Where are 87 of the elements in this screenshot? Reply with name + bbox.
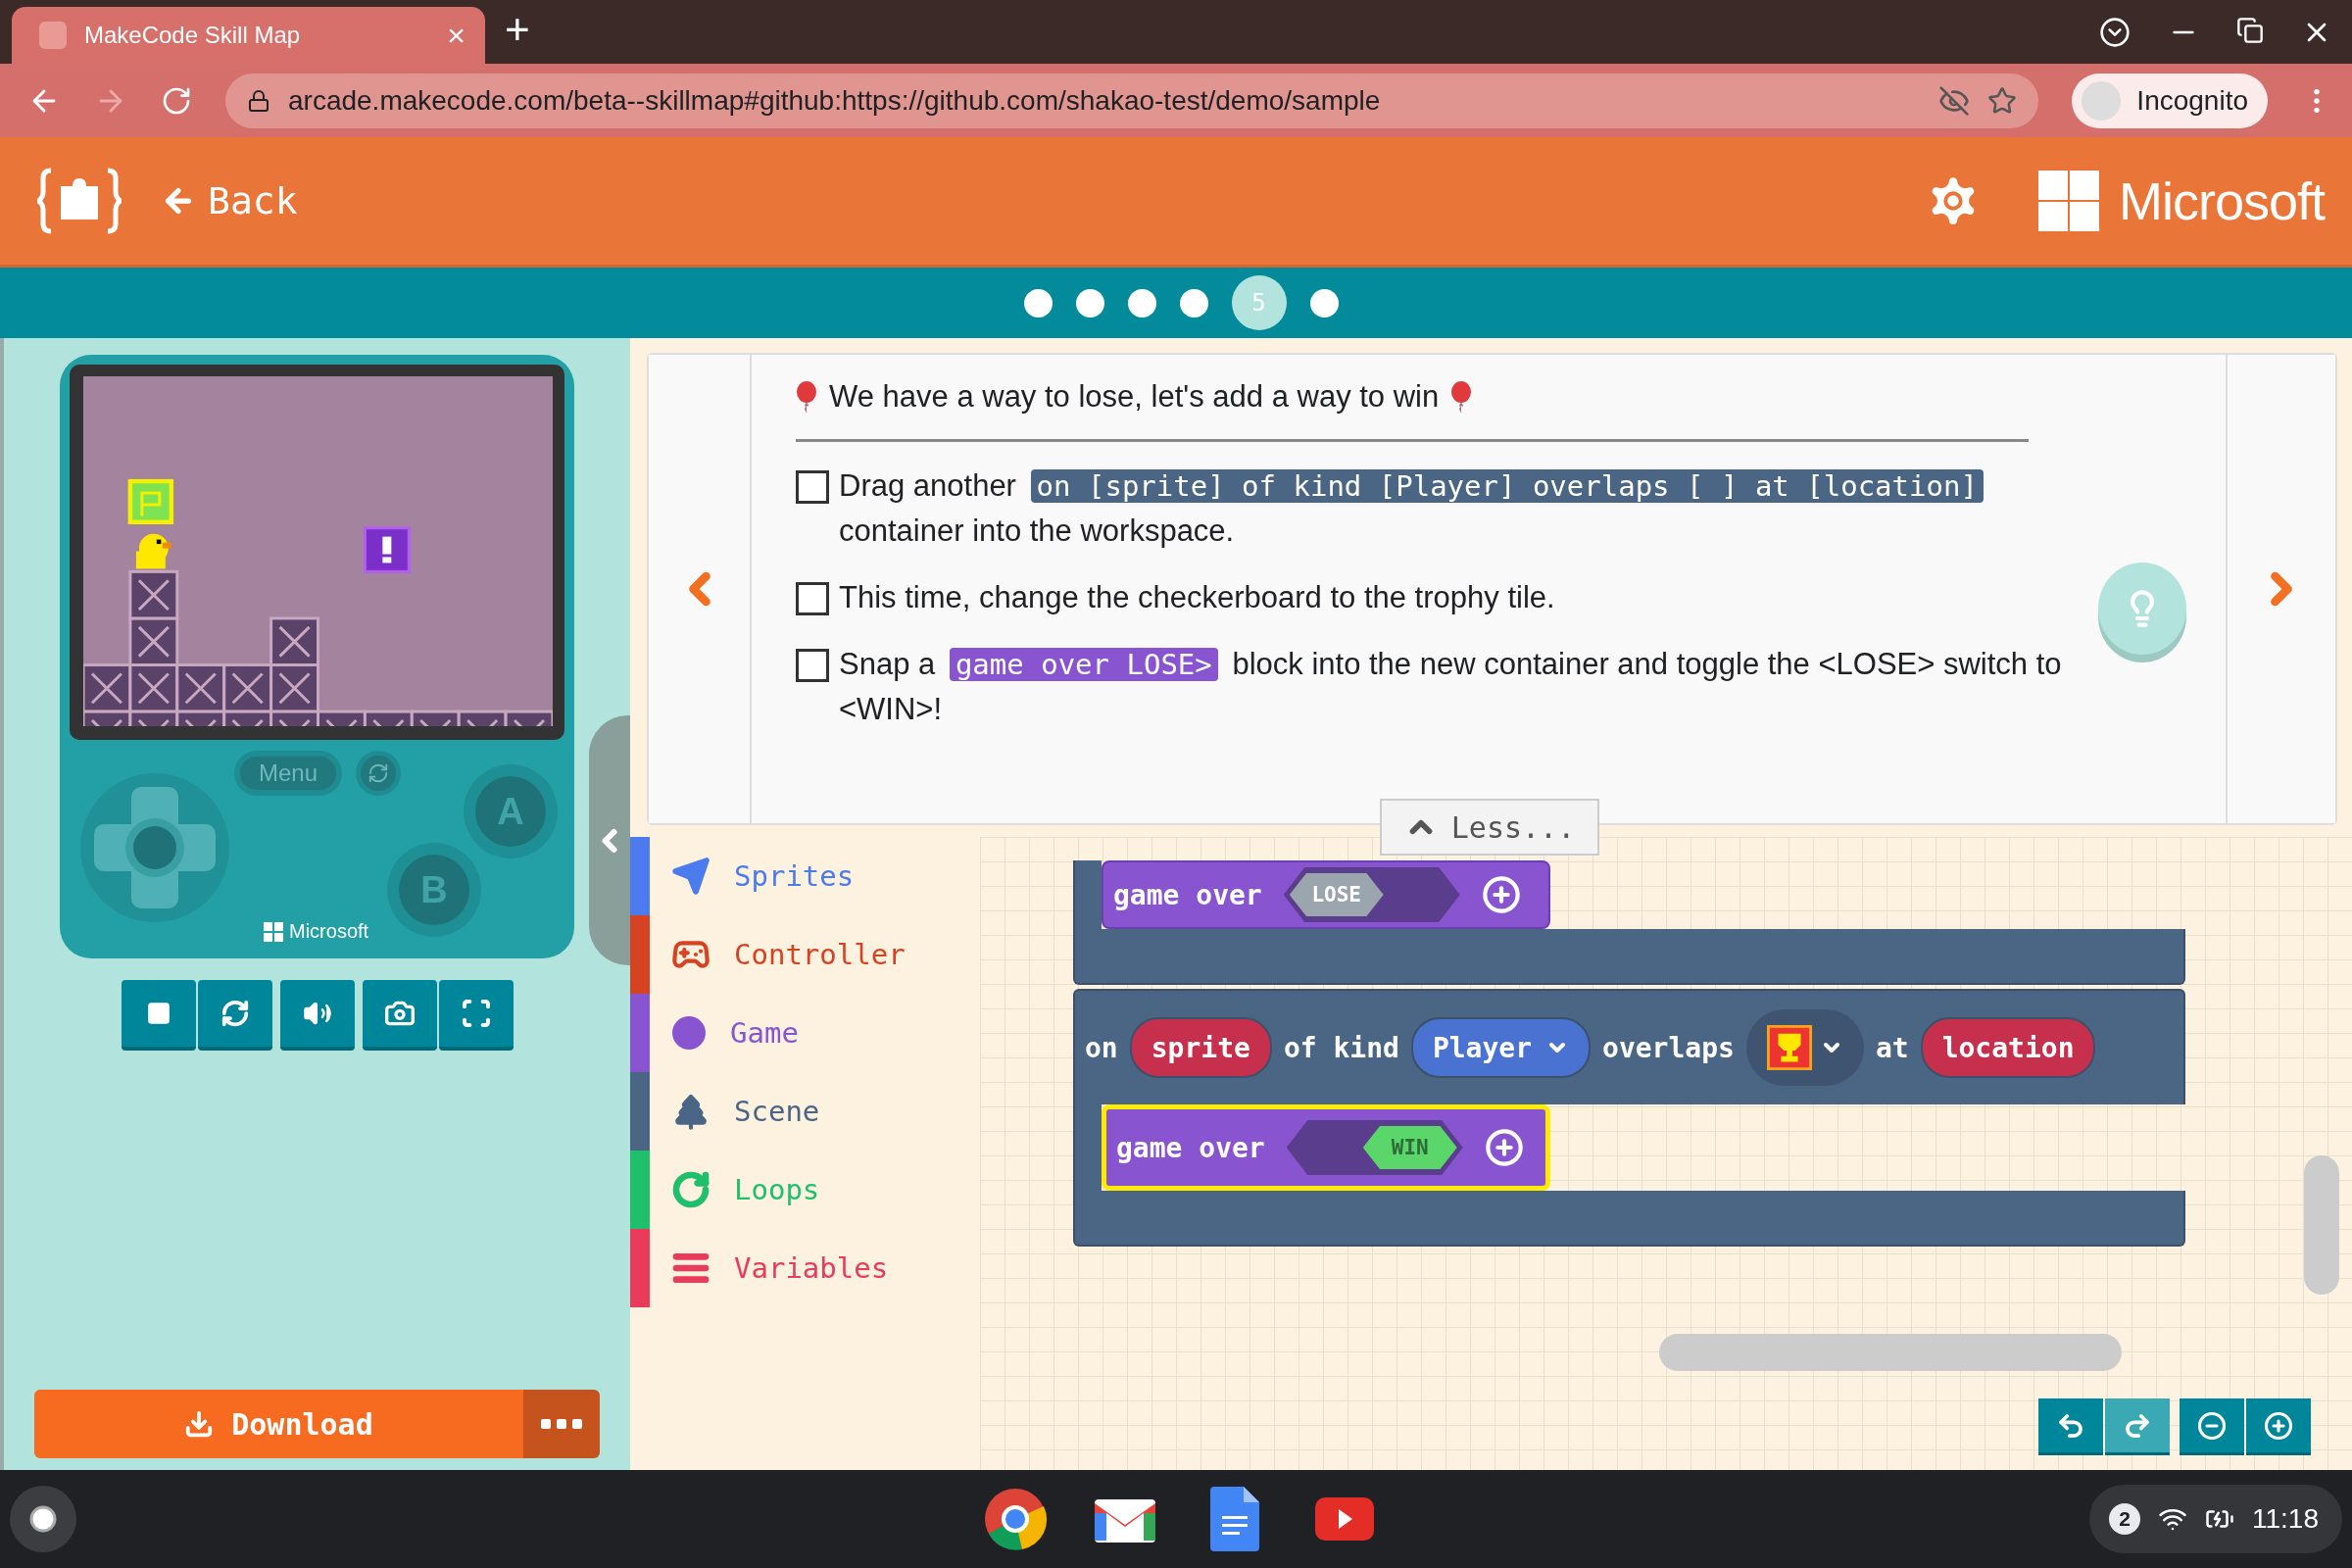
location-variable[interactable]: location bbox=[1920, 1017, 2096, 1078]
fullscreen-icon bbox=[460, 998, 492, 1029]
balloon-icon bbox=[796, 381, 817, 413]
document-icon bbox=[1210, 1487, 1259, 1551]
circle-icon bbox=[671, 1015, 707, 1051]
add-icon[interactable] bbox=[1484, 1128, 1524, 1167]
block-word: at bbox=[1875, 1031, 1909, 1064]
back-button[interactable]: Back bbox=[161, 179, 298, 222]
restart-button[interactable] bbox=[356, 751, 401, 796]
browser-tab[interactable]: MakeCode Skill Map × bbox=[12, 7, 485, 64]
eye-off-icon[interactable] bbox=[1938, 84, 1971, 117]
step-dot[interactable] bbox=[1127, 288, 1156, 318]
instruction-title: We have a way to lose, let's add a way to win bbox=[829, 378, 1440, 416]
new-tab-button[interactable]: + bbox=[505, 4, 530, 60]
dropdown-icon[interactable] bbox=[2099, 16, 2131, 48]
instruction-text: This time, change the checkerboard to the trophy tile. bbox=[839, 579, 1556, 616]
screenshot-button[interactable] bbox=[362, 980, 437, 1051]
redo-button[interactable] bbox=[2105, 1398, 2170, 1455]
trophy-tile-icon bbox=[1766, 1023, 1812, 1072]
menu-button[interactable]: Menu bbox=[234, 751, 342, 796]
ring-icon bbox=[28, 1504, 58, 1534]
incognito-button[interactable]: Incognito bbox=[2072, 73, 2268, 128]
checkbox[interactable] bbox=[796, 649, 829, 682]
refresh-icon bbox=[368, 762, 389, 784]
step-dot[interactable] bbox=[1075, 288, 1104, 318]
add-icon[interactable] bbox=[1481, 875, 1521, 914]
zoom-in-icon bbox=[2264, 1410, 2293, 1441]
toggle-knob: WIN bbox=[1362, 1126, 1457, 1169]
zoom-in-button[interactable] bbox=[2246, 1398, 2311, 1455]
brand-name: Microsoft bbox=[289, 920, 369, 943]
url-text: arcade.makecode.com/beta--skillmap#github:https://github.com/shakao-test/demo/sample bbox=[288, 84, 1382, 117]
sprite-variable[interactable]: sprite bbox=[1129, 1017, 1272, 1078]
stop-button[interactable] bbox=[121, 980, 196, 1051]
instruction-text: Drag another on [sprite] of kind [Player] overlaps [ ] at [location] container into the workspace. bbox=[839, 464, 2088, 554]
checkbox[interactable] bbox=[796, 582, 829, 615]
less-button[interactable]: Less... bbox=[1380, 799, 1599, 856]
block-label: game over bbox=[1116, 1131, 1265, 1164]
block-word: of kind bbox=[1283, 1031, 1399, 1064]
instruction-text: Snap a game over LOSE> block into the new container and toggle the <LOSE> switch to <WIN>! bbox=[839, 646, 2063, 728]
tab-close-button[interactable]: × bbox=[447, 17, 466, 54]
brand-name: Microsoft bbox=[2118, 171, 2325, 231]
dots-icon bbox=[541, 1418, 582, 1430]
fullscreen-button[interactable] bbox=[438, 980, 514, 1051]
tab-favicon bbox=[39, 22, 67, 49]
step-dot[interactable] bbox=[1179, 288, 1208, 318]
refresh-icon bbox=[220, 999, 250, 1028]
more-options-button[interactable] bbox=[523, 1390, 600, 1458]
container-arm bbox=[1073, 860, 1102, 929]
circle-logo-icon bbox=[983, 1487, 1048, 1551]
loop-arrow-icon bbox=[671, 1170, 710, 1209]
zoom-out-icon bbox=[2197, 1410, 2227, 1441]
step-dot[interactable] bbox=[1023, 288, 1053, 318]
restart-button[interactable] bbox=[197, 980, 272, 1051]
step-dot[interactable] bbox=[1309, 288, 1339, 318]
restore-icon[interactable] bbox=[2236, 16, 2264, 44]
kind-dropdown[interactable]: Player bbox=[1410, 1017, 1592, 1078]
toggle-switch[interactable]: LOSE bbox=[1283, 867, 1460, 922]
vertical-scrollbar[interactable] bbox=[2304, 1155, 2339, 1295]
zoom-out-button[interactable] bbox=[2180, 1398, 2244, 1455]
game-over-block[interactable]: game over LOSE bbox=[1102, 860, 1550, 929]
event-block-header[interactable]: on sprite of kind Player overlaps at location bbox=[1073, 989, 2185, 1104]
four-squares-logo-icon bbox=[264, 921, 283, 942]
toggle-switch[interactable]: WIN bbox=[1286, 1120, 1463, 1175]
lock-icon bbox=[247, 88, 270, 113]
four-squares-logo-icon bbox=[2037, 171, 2099, 231]
download-icon bbox=[184, 1409, 215, 1439]
download-button[interactable]: Download bbox=[34, 1390, 523, 1458]
address-field[interactable]: arcade.makecode.com/beta--skillmap#github:https://github.com/shakao-test/demo/sample bbox=[225, 73, 2039, 128]
status-area[interactable]: 2 11:18 bbox=[2089, 1485, 2342, 1553]
puzzle-logo-icon bbox=[37, 167, 122, 235]
play-icon bbox=[1315, 1497, 1374, 1541]
balloon-icon bbox=[1450, 381, 1473, 413]
stop-icon bbox=[145, 1001, 172, 1026]
clock-time: 11:18 bbox=[2252, 1503, 2319, 1535]
notification-count: 2 bbox=[2109, 1503, 2140, 1535]
game-over-block[interactable]: game over WIN bbox=[1102, 1104, 1550, 1191]
block-word: on bbox=[1085, 1031, 1118, 1064]
block-word: overlaps bbox=[1602, 1031, 1735, 1064]
tab-title: MakeCode Skill Map bbox=[84, 22, 302, 49]
star-icon[interactable] bbox=[1987, 85, 2018, 116]
block-label: game over bbox=[1113, 878, 1262, 911]
toggle-knob: LOSE bbox=[1289, 873, 1384, 916]
checkbox[interactable] bbox=[796, 470, 829, 504]
sound-button[interactable] bbox=[279, 980, 355, 1051]
horizontal-scrollbar[interactable] bbox=[1659, 1334, 2122, 1371]
paper-plane-icon bbox=[671, 857, 710, 896]
undo-button[interactable] bbox=[2038, 1398, 2103, 1455]
